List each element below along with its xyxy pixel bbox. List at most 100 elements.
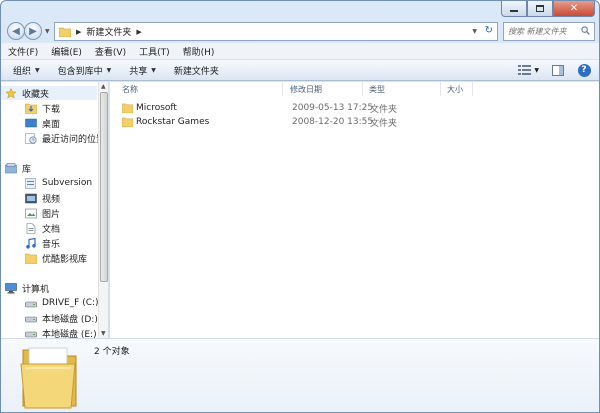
preview-pane-button[interactable] — [551, 63, 565, 77]
folder-icon — [122, 103, 133, 113]
folder-icon — [122, 117, 133, 127]
help-icon: ? — [577, 63, 591, 77]
nav-label: DRIVE_F (C:) — [42, 298, 99, 308]
nav-label: Subversion — [42, 178, 93, 188]
navigation-pane: 收藏夹 下载 桌面 最近访问的位置 库 Subversion 视频 图片 文档 … — [1, 82, 109, 338]
column-divider[interactable] — [440, 82, 441, 96]
column-type[interactable]: 类型 — [369, 84, 385, 96]
column-size[interactable]: 大小 — [447, 84, 463, 96]
breadcrumb-current[interactable]: 新建文件夹 — [86, 25, 131, 38]
table-row[interactable]: Microsoft 2009-05-13 17:25 文件夹 — [120, 101, 590, 115]
minimize-button[interactable] — [501, 1, 527, 17]
back-button[interactable]: ◀ — [7, 22, 25, 40]
new-folder-button[interactable]: 新建文件夹 — [174, 64, 219, 77]
hard-drive-icon — [25, 331, 37, 337]
nav-drive-c[interactable]: DRIVE_F (C:) — [1, 296, 99, 310]
file-name: Microsoft — [136, 103, 177, 113]
subversion-library-icon — [25, 177, 36, 189]
computer-icon — [5, 282, 17, 293]
view-details-icon — [517, 65, 531, 75]
command-bar: 组织 ▼ 包含到库中 ▼ 共享 ▼ 新建文件夹 ▼ ? — [1, 60, 599, 81]
maximize-icon — [536, 5, 544, 12]
forward-button[interactable]: ▶ — [24, 22, 42, 40]
nav-recent-places[interactable]: 最近访问的位置 — [1, 131, 105, 145]
help-button[interactable]: ? — [577, 63, 591, 77]
nav-scrollbar[interactable]: ▲ ▼ — [98, 82, 108, 338]
new-folder-label: 新建文件夹 — [173, 66, 219, 77]
include-in-library-button[interactable]: 包含到库中 ▼ — [58, 64, 112, 77]
view-dropdown-icon[interactable]: ▼ — [534, 67, 539, 74]
address-bar[interactable]: ▶ 新建文件夹 ▶ ▼ ↻ — [54, 22, 498, 41]
column-divider[interactable] — [472, 82, 473, 96]
nav-subversion[interactable]: Subversion — [1, 176, 97, 190]
nav-label: 计算机 — [22, 284, 50, 295]
file-list: 名称 修改日期 类型 大小 Microsoft 2009-05-13 17:25… — [110, 82, 599, 338]
menu-bar: 文件(F) 编辑(E) 查看(V) 工具(T) 帮助(H) — [1, 43, 599, 60]
menu-view[interactable]: 查看(V) — [95, 45, 126, 58]
libraries-icon — [5, 162, 17, 173]
scroll-thumb[interactable] — [100, 92, 108, 282]
nav-drive-d[interactable]: 本地磁盘 (D:) — [1, 311, 98, 325]
nav-drive-e[interactable]: 本地磁盘 (E:) — [1, 326, 97, 338]
nav-downloads[interactable]: 下载 — [1, 101, 97, 115]
star-icon — [5, 87, 17, 98]
nav-desktop[interactable]: 桌面 — [1, 116, 97, 130]
nav-label: 优酷影视库 — [42, 254, 88, 265]
menu-tools[interactable]: 工具(T) — [139, 45, 170, 58]
breadcrumb-separator-icon[interactable]: ▶ — [76, 28, 81, 36]
column-divider[interactable] — [282, 82, 283, 96]
nav-label: 视频 — [42, 194, 61, 205]
scroll-up-icon[interactable]: ▲ — [101, 83, 106, 90]
folder-icon — [59, 27, 71, 37]
nav-label: 图片 — [42, 209, 61, 220]
column-divider[interactable] — [362, 82, 363, 96]
file-type: 文件夹 — [370, 118, 398, 129]
menu-edit[interactable]: 编辑(E) — [51, 45, 82, 58]
toolbar-right: ▼ ? — [505, 63, 591, 77]
downloads-folder-icon — [25, 103, 37, 114]
nav-documents[interactable]: 文档 — [1, 221, 97, 235]
nav-label: 本地磁盘 (E:) — [42, 329, 97, 339]
music-icon — [26, 237, 36, 249]
nav-music[interactable]: 音乐 — [1, 236, 97, 250]
file-date: 2008-12-20 13:55 — [292, 117, 374, 127]
documents-icon — [26, 222, 36, 234]
close-icon: ✕ — [569, 3, 579, 14]
nav-favorites[interactable]: 收藏夹 — [1, 86, 97, 100]
recent-pages-dropdown-icon[interactable]: ▼ — [45, 28, 50, 35]
close-button[interactable]: ✕ — [553, 1, 595, 17]
menu-file[interactable]: 文件(F) — [8, 45, 38, 58]
view-options-button[interactable] — [517, 63, 531, 77]
item-count: 2 个对象 — [94, 347, 130, 357]
preview-pane-icon — [552, 64, 564, 76]
search-box[interactable] — [503, 22, 595, 41]
nav-videos[interactable]: 视频 — [1, 191, 97, 205]
maximize-button[interactable] — [527, 1, 553, 17]
search-icon — [581, 26, 590, 35]
refresh-icon[interactable]: ↻ — [485, 25, 493, 36]
search-input[interactable] — [508, 27, 582, 36]
column-name[interactable]: 名称 — [122, 84, 138, 96]
scroll-down-icon[interactable]: ▼ — [101, 330, 106, 337]
nav-computer[interactable]: 计算机 — [1, 281, 97, 295]
folder-icon — [25, 253, 37, 264]
details-pane: 2 个对象 — [1, 338, 599, 412]
nav-youku[interactable]: 优酷影视库 — [1, 251, 97, 265]
nav-label: 收藏夹 — [22, 89, 50, 100]
explorer-window: ✕ ◀ ▶ ▼ ▶ 新建文件夹 ▶ ▼ ↻ 文件(F) 编辑(E) 查看(V) … — [0, 0, 600, 413]
nav-label: 文档 — [42, 224, 61, 235]
organize-button[interactable]: 组织 ▼ — [13, 64, 40, 77]
minimize-icon — [510, 9, 518, 12]
share-button[interactable]: 共享 ▼ — [129, 64, 156, 77]
nav-libraries[interactable]: 库 — [1, 161, 97, 175]
back-arrow-icon: ◀ — [12, 25, 20, 37]
nav-label: 音乐 — [42, 239, 61, 250]
address-history-dropdown-icon[interactable]: ▼ — [472, 28, 477, 35]
menu-help[interactable]: 帮助(H) — [183, 45, 215, 58]
include-label: 包含到库中 — [57, 66, 103, 77]
table-row[interactable]: Rockstar Games 2008-12-20 13:55 文件夹 — [120, 115, 590, 129]
nav-pictures[interactable]: 图片 — [1, 206, 97, 220]
breadcrumb-separator-icon[interactable]: ▶ — [136, 28, 141, 36]
hard-drive-icon — [25, 301, 37, 307]
column-date[interactable]: 修改日期 — [290, 84, 322, 96]
